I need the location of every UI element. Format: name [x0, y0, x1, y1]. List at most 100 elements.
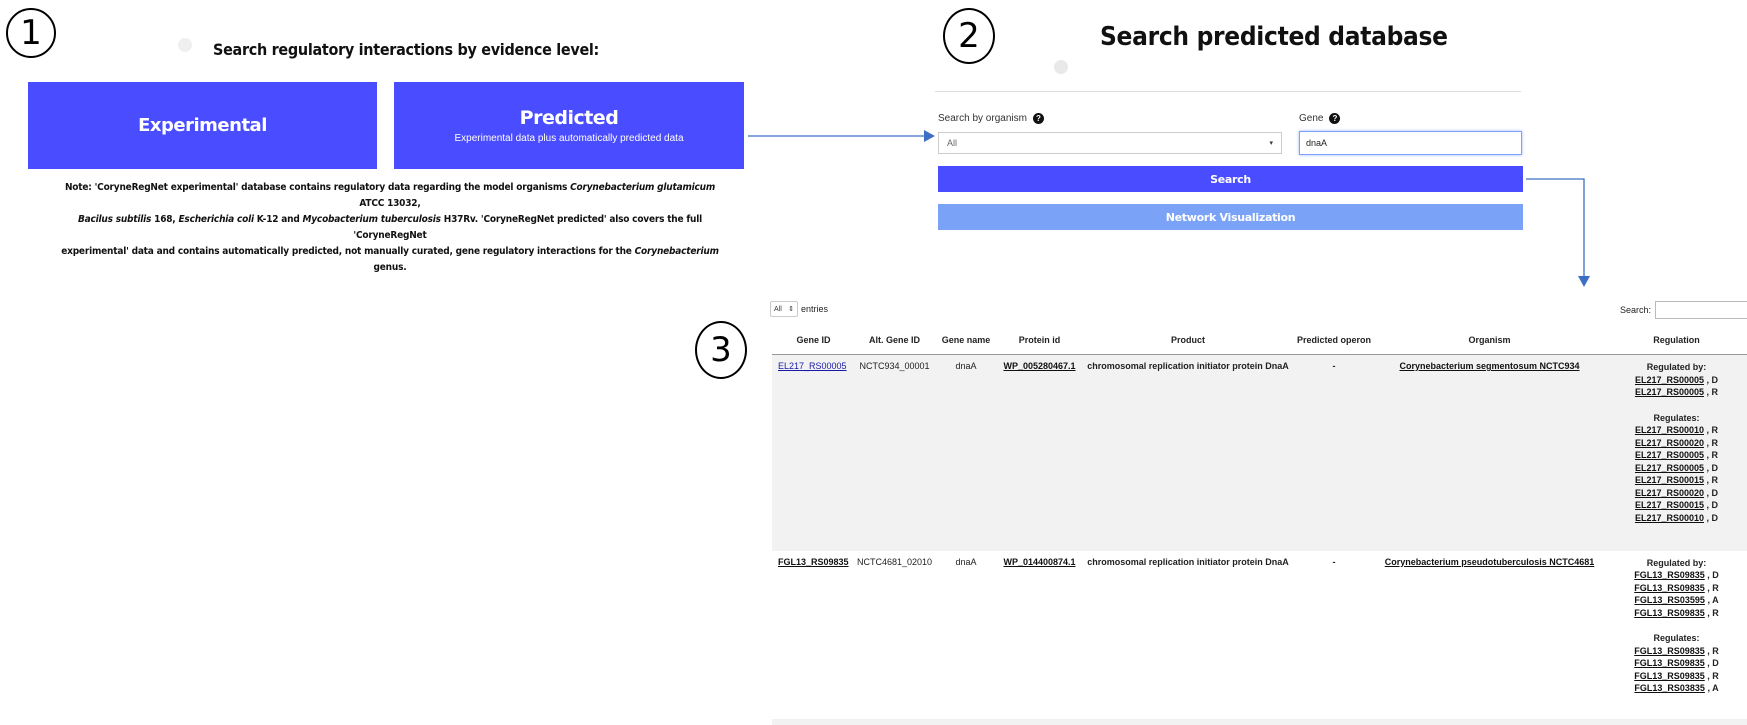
regulation-gene-link[interactable]: FGL13_RS09835: [1634, 608, 1705, 618]
gene-id-link[interactable]: EL217_RS00005: [778, 361, 847, 371]
gene-name-cell: dnaA: [955, 556, 977, 567]
organism-select[interactable]: All ▾: [938, 132, 1282, 154]
table-row: EL217_RS00005 NCTC934_00001 dnaA WP_0052…: [772, 354, 1747, 551]
organism-link[interactable]: Corynebacterium pseudotuberculosis NCTC4…: [1385, 557, 1595, 567]
protein-id-link[interactable]: WP_014400874.1: [1003, 557, 1075, 567]
table-search-input[interactable]: [1655, 301, 1747, 319]
regulation-entry: FGL13_RS09835 , R: [1608, 670, 1745, 683]
organism-cell: Corynebacterium segmentosum NCTC934: [1373, 354, 1606, 551]
regulates-list: EL217_RS00010 , R EL217_RS00020 , R EL217_…: [1608, 424, 1745, 524]
help-icon[interactable]: ?: [1329, 113, 1341, 124]
regulation-gene-link[interactable]: EL217_RS00020: [1635, 438, 1704, 448]
column-header[interactable]: Organism: [1373, 326, 1606, 355]
regulation-type: , D: [1704, 570, 1719, 580]
gene-label: Gene ?: [1299, 113, 1341, 124]
regulation-type: , R: [1704, 582, 1719, 593]
regulation-type: , R: [1704, 387, 1719, 397]
table-bottom-edge: [772, 719, 1747, 725]
regulation-entry: EL217_RS00015 , R: [1608, 474, 1745, 487]
regulation-type: , R: [1704, 450, 1719, 460]
regulation-entry: EL217_RS00005 , D: [1608, 462, 1745, 475]
regulation-type: , D: [1704, 487, 1719, 498]
regulation-gene-link[interactable]: FGL13_RS03835: [1634, 683, 1705, 693]
regulation-gene-link[interactable]: EL217_RS00010: [1635, 513, 1704, 523]
regulated-by-label: Regulated by:: [1646, 362, 1707, 372]
entries-label: entries: [801, 304, 829, 314]
regulation-entry: EL217_RS00020 , D: [1608, 487, 1745, 500]
regulation-gene-link[interactable]: EL217_RS00005: [1635, 375, 1704, 385]
regulation-type: , D: [1704, 462, 1719, 473]
regulation-gene-link[interactable]: FGL13_RS03595: [1634, 595, 1705, 605]
regulation-entry: FGL13_RS03835 , A: [1608, 682, 1745, 695]
sort-toggle-icon: ⇕: [788, 306, 794, 313]
gene-input[interactable]: dnaA: [1299, 131, 1522, 155]
regulation-type: , A: [1704, 683, 1719, 693]
regulation-entry: EL217_RS00005 , R: [1608, 449, 1745, 462]
regulation-type: , R: [1704, 670, 1719, 681]
regulation-gene-link[interactable]: EL217_RS00005: [1635, 387, 1704, 397]
column-header[interactable]: Alt. Gene ID: [855, 326, 934, 355]
regulated-by-label: Regulated by:: [1646, 557, 1707, 568]
length-select[interactable]: All ⇕: [770, 301, 798, 317]
table-header-row: Gene ID Alt. Gene ID Gene name Protein i…: [772, 326, 1747, 355]
search-button[interactable]: Search: [938, 166, 1523, 192]
regulation-gene-link[interactable]: FGL13_RS09835: [1634, 583, 1705, 593]
length-select-value: All: [774, 305, 782, 313]
regulation-type: , R: [1704, 425, 1719, 435]
regulation-gene-link[interactable]: EL217_RS00005: [1635, 450, 1704, 460]
protein-id-link[interactable]: WP_005280467.1: [1003, 361, 1075, 371]
regulation-entry: FGL13_RS09835 , R: [1608, 582, 1745, 595]
protein-id-cell: WP_005280467.1: [998, 354, 1081, 551]
regulation-cell: Regulated by: FGL13_RS09835 , D FGL13_RS0…: [1606, 551, 1747, 721]
regulation-type: , R: [1704, 645, 1719, 656]
gene-id-link[interactable]: FGL13_RS09835: [778, 557, 849, 567]
column-header[interactable]: Product: [1081, 326, 1295, 355]
regulation-gene-link[interactable]: EL217_RS00010: [1635, 425, 1704, 435]
regulation-gene-link[interactable]: EL217_RS00005: [1635, 463, 1704, 473]
panel2-divider: [935, 91, 1521, 92]
table-row: FGL13_RS09835 NCTC4681_02010 dnaA WP_014…: [772, 551, 1747, 721]
regulation-gene-link[interactable]: EL217_RS00015: [1635, 500, 1704, 510]
regulation-gene-link[interactable]: EL217_RS00020: [1635, 488, 1704, 498]
regulates-label: Regulates:: [1653, 633, 1700, 643]
table-length-control: All ⇕ entries: [770, 301, 828, 317]
network-visualization-button[interactable]: Network Visualization: [938, 204, 1523, 230]
regulation-type: , A: [1704, 595, 1719, 605]
column-header[interactable]: Protein id: [998, 326, 1081, 355]
regulation-type: , D: [1704, 500, 1719, 510]
results-table: Gene ID Alt. Gene ID Gene name Protein i…: [772, 326, 1747, 721]
regulation-type: , D: [1704, 374, 1719, 385]
column-header[interactable]: Gene name: [934, 326, 998, 355]
regulation-type: , R: [1704, 475, 1719, 485]
regulates-list: FGL13_RS09835 , R FGL13_RS09835 , D FGL13_…: [1608, 645, 1745, 695]
regulation-type: , D: [1704, 512, 1719, 523]
gene-name-cell: dnaA: [934, 354, 998, 551]
operon-cell: -: [1295, 354, 1373, 551]
regulated-by-list: FGL13_RS09835 , D FGL13_RS09835 , R FGL13_…: [1608, 569, 1745, 619]
regulation-entry: FGL13_RS09835 , R: [1608, 607, 1745, 620]
organism-label: Search by organism ?: [938, 113, 1044, 124]
regulation-entry: EL217_RS00005 , D: [1608, 374, 1745, 387]
help-icon[interactable]: ?: [1032, 113, 1044, 124]
regulation-entry: FGL13_RS09835 , D: [1608, 657, 1745, 670]
column-header[interactable]: Predicted operon: [1295, 326, 1373, 355]
regulation-gene-link[interactable]: FGL13_RS09835: [1634, 570, 1705, 580]
regulated-by-list: EL217_RS00005 , D EL217_RS00005 , R: [1608, 374, 1745, 399]
regulation-gene-link[interactable]: FGL13_RS09835: [1634, 671, 1705, 681]
table-search-label: Search:: [1620, 305, 1652, 315]
regulation-entry: FGL13_RS09835 , R: [1608, 645, 1745, 658]
alt-gene-id-cell: NCTC934_00001: [855, 354, 934, 551]
regulation-gene-link[interactable]: EL217_RS00015: [1635, 475, 1704, 485]
column-header[interactable]: Regulation: [1606, 326, 1747, 355]
predicted-db-title: Search predicted database: [1100, 22, 1448, 52]
gene-label-text: Gene: [1299, 113, 1324, 124]
arrow-1-to-2-head: [924, 130, 935, 142]
regulation-gene-link[interactable]: FGL13_RS09835: [1634, 658, 1705, 668]
organism-cell: Corynebacterium pseudotuberculosis NCTC4…: [1373, 551, 1606, 721]
chevron-down-icon: ▾: [1269, 140, 1273, 147]
organism-link[interactable]: Corynebacterium segmentosum NCTC934: [1399, 361, 1579, 371]
regulation-gene-link[interactable]: FGL13_RS09835: [1634, 646, 1705, 656]
operon-cell: -: [1332, 556, 1336, 567]
column-header[interactable]: Gene ID: [772, 326, 855, 355]
